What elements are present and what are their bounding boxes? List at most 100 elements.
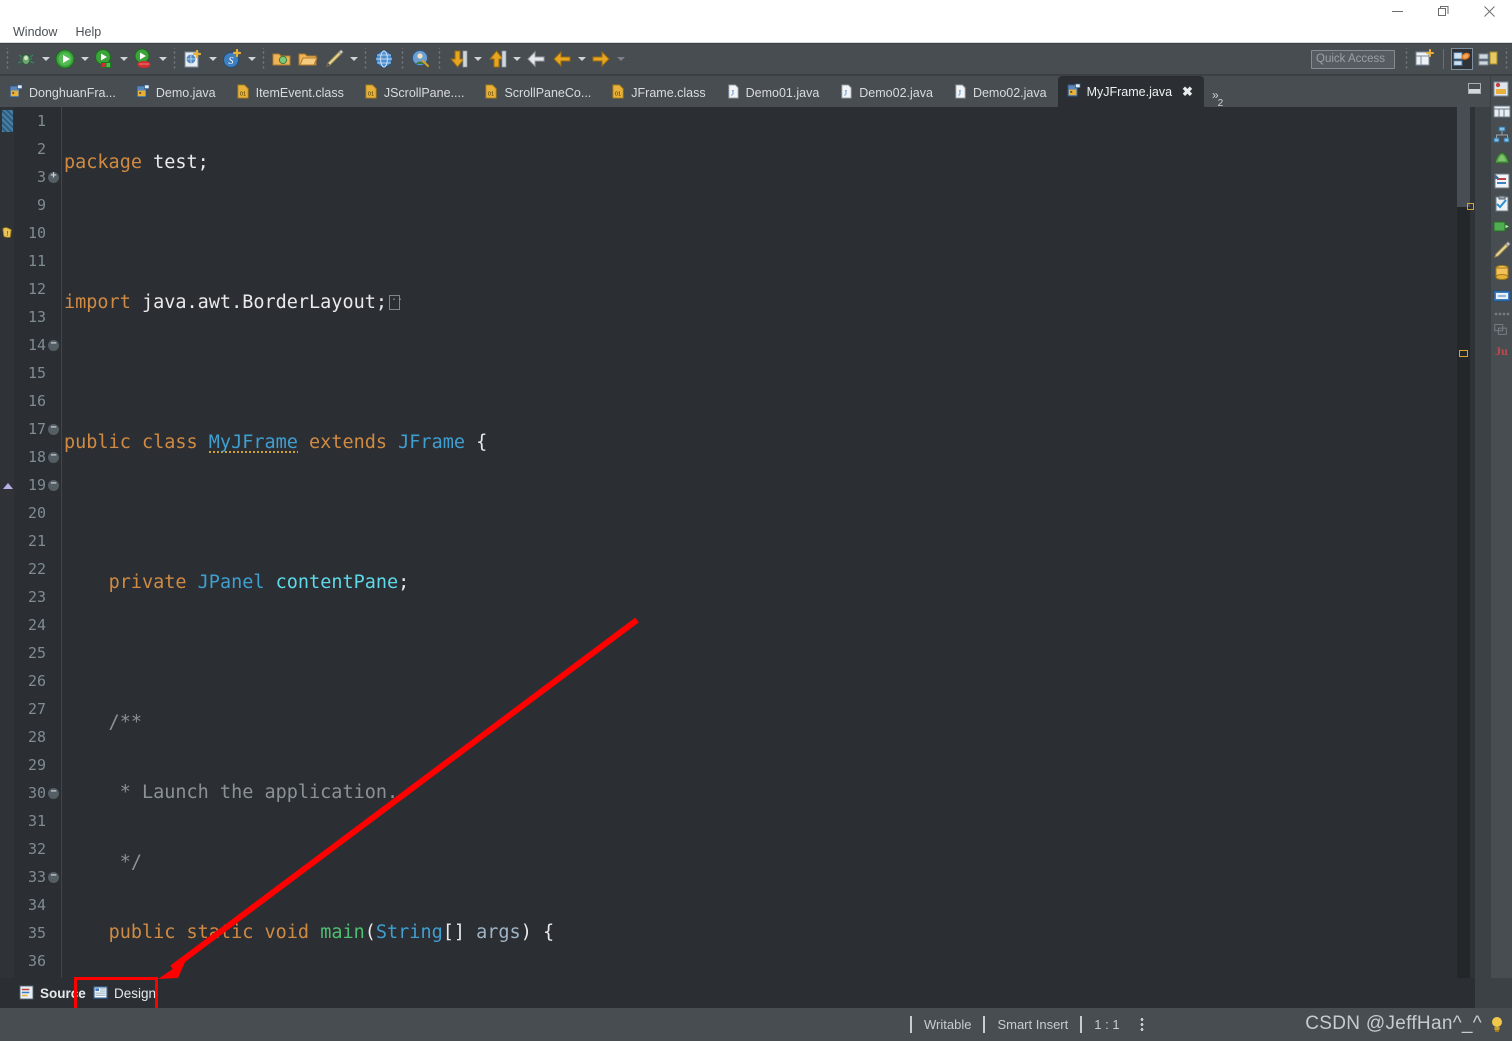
debug-dropdown-arrow[interactable] — [39, 47, 52, 71]
editor-tab-demo02-java-b[interactable]: J Demo02.java — [944, 78, 1058, 107]
fold-collapse-icon[interactable]: − — [48, 788, 59, 799]
line-number: 30 − — [14, 779, 60, 807]
code-line — [64, 219, 1453, 247]
palette-view-icon[interactable] — [1493, 321, 1511, 339]
line-number: 22 — [14, 555, 60, 583]
line-number: 18 − — [14, 443, 60, 471]
package-explorer-view-icon[interactable] — [1493, 80, 1511, 98]
back-button[interactable] — [524, 47, 548, 71]
editor-tab-myjframe-java[interactable]: MyJFrame.java ✖ — [1058, 76, 1204, 107]
new-java-class-button[interactable]: S — [220, 47, 244, 71]
source-code-area[interactable]: package test; import java.awt.BorderLayo… — [64, 107, 1453, 978]
menu-item-window[interactable]: Window — [4, 23, 66, 41]
toolbar-grip-7[interactable] — [1403, 48, 1410, 70]
perspective-separator — [1443, 49, 1444, 69]
new-java-project-dropdown-arrow[interactable] — [206, 47, 219, 71]
quick-access-input[interactable]: Quick Access — [1311, 50, 1395, 69]
tasks-view-icon[interactable] — [1493, 195, 1511, 213]
editor-tab-scrollpaneconstants-class[interactable]: 01 ScrollPaneCo... — [475, 78, 602, 107]
open-type-button[interactable] — [270, 47, 294, 71]
run-coverage-dropdown-arrow[interactable] — [156, 47, 169, 71]
open-folder-button[interactable] — [296, 47, 320, 71]
servers-view-icon[interactable] — [1493, 149, 1511, 167]
svg-text:!: ! — [6, 229, 8, 238]
junit-view-icon[interactable]: Ju — [1495, 344, 1508, 359]
toolbar-grip-2[interactable] — [171, 48, 178, 70]
close-button[interactable] — [1466, 0, 1512, 22]
run-external-dropdown-arrow[interactable] — [117, 47, 130, 71]
line-number: 33 − — [14, 863, 60, 891]
overview-warning-marker[interactable] — [1467, 203, 1474, 210]
perspective-java-button[interactable] — [1477, 48, 1499, 70]
perspective-java-ee-button[interactable] — [1451, 48, 1473, 70]
editor-marker-gutter[interactable]: ! — [0, 107, 15, 978]
toolbar-grip-3[interactable] — [260, 48, 267, 70]
minimize-editor-button[interactable] — [1468, 83, 1481, 94]
overview-ruler[interactable] — [1470, 107, 1475, 978]
java-class-icon — [136, 84, 151, 102]
editor-tab-demo01-java[interactable]: J Demo01.java — [717, 78, 831, 107]
new-java-class-dropdown-arrow[interactable] — [245, 47, 258, 71]
new-java-project-button[interactable] — [181, 47, 205, 71]
lightbulb-icon[interactable] — [1490, 1016, 1504, 1033]
editor-tab-label: JScrollPane.... — [384, 86, 465, 100]
fold-collapse-icon[interactable]: − — [48, 480, 59, 491]
scrollbar-warning-marker[interactable] — [1459, 350, 1468, 357]
minimize-button[interactable] — [1374, 0, 1420, 22]
editor-tab-overflow-button[interactable]: »2 — [1204, 88, 1232, 105]
properties-view-icon[interactable] — [1493, 172, 1511, 190]
debug-button[interactable] — [14, 47, 38, 71]
console-view-icon[interactable] — [1493, 218, 1511, 236]
editor-tab-label: Demo.java — [156, 86, 216, 100]
editor-tab-jframe-class[interactable]: 01 JFrame.class — [602, 78, 716, 107]
back-dropdown-arrow[interactable] — [575, 47, 588, 71]
editor-tab-demo02-java-a[interactable]: J Demo02.java — [830, 78, 944, 107]
folded-imports-indicator[interactable] — [389, 295, 400, 310]
toolbar-grip-6[interactable] — [436, 48, 443, 70]
editor-tab-itemevent-class[interactable]: 01 ItemEvent.class — [227, 78, 355, 107]
editor-vertical-scrollbar[interactable] — [1457, 107, 1470, 978]
fold-collapse-icon[interactable]: − — [48, 452, 59, 463]
search-person-button[interactable] — [409, 47, 433, 71]
toolbar-grip[interactable] — [4, 48, 11, 70]
forward-button[interactable] — [589, 47, 613, 71]
hierarchy-view-icon[interactable] — [1493, 126, 1511, 144]
toolbar-grip-4[interactable] — [362, 48, 369, 70]
status-overflow-handle[interactable] — [1140, 1017, 1144, 1033]
editor-tab-demo-java[interactable]: Demo.java — [127, 78, 227, 107]
fold-collapse-icon[interactable]: − — [48, 340, 59, 351]
run-external-tools-button[interactable] — [92, 47, 116, 71]
run-coverage-button[interactable] — [131, 47, 155, 71]
next-annotation-button[interactable] — [446, 47, 470, 71]
menu-item-help[interactable]: Help — [66, 23, 110, 41]
editor-tab-donghuanframe[interactable]: DonghuanFra... — [0, 78, 127, 107]
scrollbar-thumb[interactable] — [1457, 107, 1470, 207]
web-browser-button[interactable] — [372, 47, 396, 71]
last-edit-location-button[interactable] — [550, 47, 574, 71]
warning-marker-icon[interactable]: ! — [1, 226, 14, 239]
fold-collapse-icon[interactable]: − — [48, 872, 59, 883]
pencil-dropdown-arrow[interactable] — [347, 47, 360, 71]
fold-collapse-icon[interactable]: − — [48, 424, 59, 435]
next-annotation-dropdown-arrow[interactable] — [471, 47, 484, 71]
markers-view-icon[interactable] — [1493, 241, 1511, 259]
line-number: 16 — [14, 387, 60, 415]
code-editor[interactable]: ! 1 2 3 + 9 10 11 12 13 14 − 15 16 — [0, 107, 1475, 978]
run-button[interactable] — [53, 47, 77, 71]
outline-view-icon[interactable] — [1493, 103, 1511, 121]
open-perspective-button[interactable] — [1414, 48, 1436, 70]
snippets-view-icon[interactable] — [1493, 287, 1511, 305]
svg-text:01: 01 — [368, 91, 374, 97]
data-source-view-icon[interactable] — [1493, 264, 1511, 282]
forward-dropdown-arrow[interactable] — [614, 47, 627, 71]
toolbar-grip-8[interactable] — [1503, 48, 1510, 70]
previous-annotation-button[interactable] — [485, 47, 509, 71]
toolbar-grip-5[interactable] — [399, 48, 406, 70]
previous-annotation-dropdown-arrow[interactable] — [510, 47, 523, 71]
fold-expand-icon[interactable]: + — [48, 172, 59, 183]
close-icon[interactable]: ✖ — [1182, 84, 1193, 100]
run-dropdown-arrow[interactable] — [78, 47, 91, 71]
pencil-button[interactable] — [322, 47, 346, 71]
restore-button[interactable] — [1420, 0, 1466, 22]
editor-tab-jscrollpane-class[interactable]: 01 JScrollPane.... — [355, 78, 476, 107]
